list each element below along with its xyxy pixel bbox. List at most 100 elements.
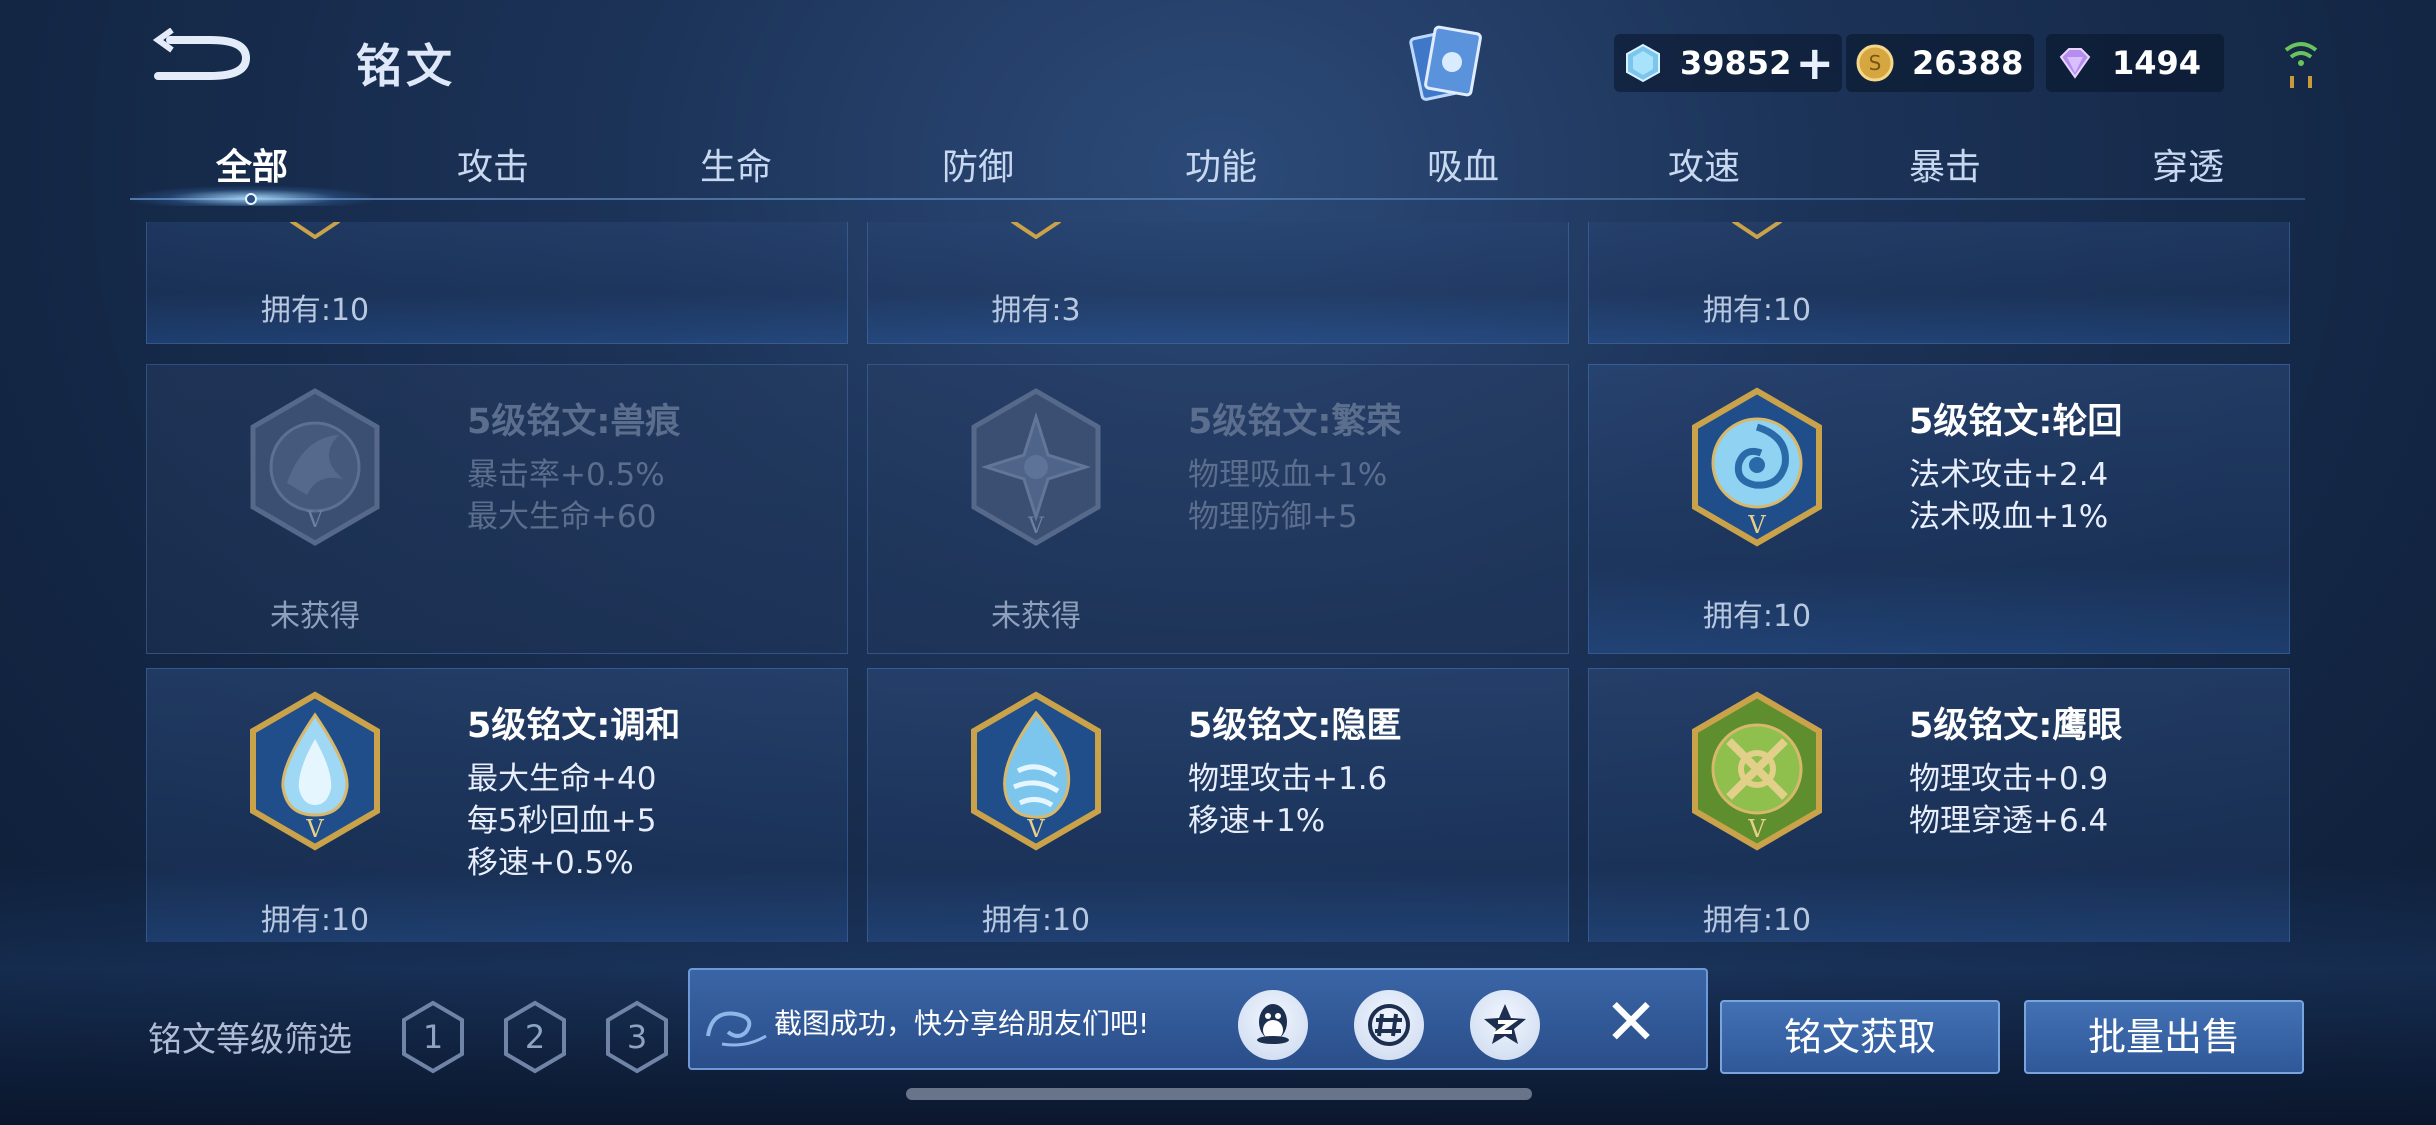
owned-count: 拥有:10 [260, 293, 370, 328]
owned-count: 拥有:3 [991, 293, 1081, 328]
gold-coin-icon: S [1852, 40, 1898, 86]
rune-stat: 物理攻击+0.9 [1909, 761, 2109, 797]
drop-rune-icon: V [250, 691, 380, 851]
category-tabs: 全部 攻击 生命 防御 功能 吸血 攻速 暴击 穿透 [130, 138, 2305, 204]
add-crystal-button[interactable]: + [1795, 40, 1834, 86]
svg-text:V: V [1027, 514, 1045, 539]
crystal-currency: 39852 + [1614, 34, 1842, 92]
rune-card-reincarnation[interactable]: V 5级铭文:轮回 法术攻击+2.4 法术吸血+1% 拥有:10 [1588, 364, 2290, 654]
rune-stat: 最大生命+60 [467, 499, 657, 535]
rune-name: 5级铭文:兽痕 [467, 402, 681, 442]
rune-name: 5级铭文:鹰眼 [1909, 706, 2123, 746]
svg-text:V: V [305, 815, 324, 843]
qq-share-button[interactable] [1238, 990, 1308, 1060]
wifi-icon [2276, 32, 2326, 92]
rune-stat: 物理吸血+1% [1188, 457, 1388, 493]
rune-card-stealth[interactable]: V 5级铭文:隐匿 物理攻击+1.6 移速+1% 拥有:10 [867, 668, 1569, 942]
diamond-icon [2052, 40, 2098, 86]
rune-stat: 法术攻击+2.4 [1909, 457, 2109, 493]
star-rune-icon: V [971, 388, 1101, 546]
svg-text:V: V [1026, 815, 1045, 843]
rune-stat: 物理攻击+1.6 [1188, 761, 1388, 797]
moments-share-button[interactable] [1354, 990, 1424, 1060]
rune-card[interactable]: 拥有:10 [1588, 222, 2290, 344]
tab-health[interactable]: 生命 [656, 138, 816, 190]
rune-stat: 移速+0.5% [467, 845, 634, 881]
svg-text:V: V [1747, 511, 1766, 539]
rune-stat: 暴击率+0.5% [467, 457, 665, 493]
qzone-share-button[interactable] [1470, 990, 1540, 1060]
flame-rune-icon: V [971, 691, 1101, 851]
level-filter-2[interactable]: 2 [502, 1000, 568, 1074]
owned-count: 拥有:10 [260, 903, 370, 938]
tab-crit[interactable]: 暴击 [1865, 138, 2025, 190]
tab-all[interactable]: 全部 [172, 138, 332, 190]
rune-icon-partial [1731, 222, 1783, 239]
rune-card[interactable]: 拥有:3 [867, 222, 1569, 344]
swirl-rune-icon: V [1692, 387, 1822, 547]
rune-card[interactable]: 拥有:10 [146, 222, 848, 344]
rune-stat: 移速+1% [1188, 803, 1326, 839]
level-3-label: 3 [627, 1018, 647, 1056]
crosshair-rune-icon: V [1692, 691, 1822, 851]
tab-lifesteal[interactable]: 吸血 [1383, 138, 1543, 190]
rune-stat: 每5秒回血+5 [467, 803, 657, 839]
owned-count: 拥有:10 [1702, 599, 1812, 634]
tab-defense[interactable]: 防御 [898, 138, 1058, 190]
rune-icon-partial [1010, 222, 1062, 239]
tab-penetration[interactable]: 穿透 [2108, 138, 2268, 190]
beast-claw-rune-icon: V [250, 388, 380, 546]
rune-stat: 法术吸血+1% [1909, 499, 2109, 535]
level-2-label: 2 [525, 1018, 545, 1056]
owned-count: 拥有:10 [981, 903, 1091, 938]
rune-card-prosperity[interactable]: V 5级铭文:繁荣 物理吸血+1% 物理防御+5 未获得 [867, 364, 1569, 654]
qq-icon [1257, 1004, 1289, 1044]
gold-currency: S 26388 [1846, 34, 2034, 92]
rune-acquire-button[interactable]: 铭文获取 [1720, 1000, 2000, 1074]
batch-sell-button[interactable]: 批量出售 [2024, 1000, 2304, 1074]
screenshot-share-toast: 截图成功，快分享给朋友们吧! ✕ [688, 968, 1708, 1070]
tab-utility[interactable]: 功能 [1141, 138, 1301, 190]
owned-count: 拥有:10 [1702, 903, 1812, 938]
home-indicator[interactable] [906, 1088, 1532, 1100]
svg-text:S: S [1869, 51, 1882, 75]
back-button[interactable] [150, 27, 260, 88]
level-filter-1[interactable]: 1 [400, 1000, 466, 1074]
level-filter-3[interactable]: 3 [604, 1000, 670, 1074]
rune-stat: 最大生命+40 [467, 761, 657, 797]
qzone-icon [1484, 1004, 1526, 1044]
crystal-count: 39852 [1680, 44, 1792, 82]
wechat-moments-icon [1368, 1004, 1410, 1046]
owned-status: 未获得 [270, 599, 360, 634]
rune-stat: 物理穿透+6.4 [1909, 803, 2109, 839]
diamond-count: 1494 [2112, 44, 2202, 82]
tab-attack[interactable]: 攻击 [413, 138, 573, 190]
rune-card-harmony[interactable]: V 5级铭文:调和 最大生命+40 每5秒回血+5 移速+0.5% 拥有:10 [146, 668, 848, 942]
svg-text:V: V [306, 508, 324, 533]
level-filter-label: 铭文等级筛选 [148, 1020, 352, 1060]
active-tab-indicator [245, 193, 257, 205]
rune-cards-icon[interactable] [1402, 22, 1492, 108]
close-toast-button[interactable]: ✕ [1596, 988, 1666, 1058]
rune-grid: 拥有:10 拥有:3 拥有:10 V 5级铭文:兽痕 暴击率+0.5% 最大生命… [146, 222, 2290, 942]
crystal-icon [1620, 40, 1666, 86]
owned-count: 拥有:10 [1702, 293, 1812, 328]
rune-name: 5级铭文:轮回 [1909, 402, 2123, 442]
rune-card-hawkeye[interactable]: V 5级铭文:鹰眼 物理攻击+0.9 物理穿透+6.4 拥有:10 [1588, 668, 2290, 942]
tab-attack-speed[interactable]: 攻速 [1624, 138, 1784, 190]
rune-stat: 物理防御+5 [1188, 499, 1358, 535]
level-1-label: 1 [423, 1018, 443, 1056]
rune-name: 5级铭文:繁荣 [1188, 402, 1402, 442]
rune-card-beast-mark[interactable]: V 5级铭文:兽痕 暴击率+0.5% 最大生命+60 未获得 [146, 364, 848, 654]
tab-divider [130, 198, 2305, 200]
cloud-swirl-icon [706, 1011, 767, 1047]
rune-name: 5级铭文:隐匿 [1188, 706, 1402, 746]
gold-count: 26388 [1912, 44, 2024, 82]
rune-icon-partial [289, 222, 341, 239]
page-title: 铭文 [356, 39, 456, 93]
back-arrow-icon [152, 27, 251, 80]
owned-status: 未获得 [991, 599, 1081, 634]
toast-message: 截图成功，快分享给朋友们吧! [774, 1007, 1150, 1040]
svg-text:V: V [1747, 815, 1766, 843]
rune-name: 5级铭文:调和 [467, 706, 681, 746]
